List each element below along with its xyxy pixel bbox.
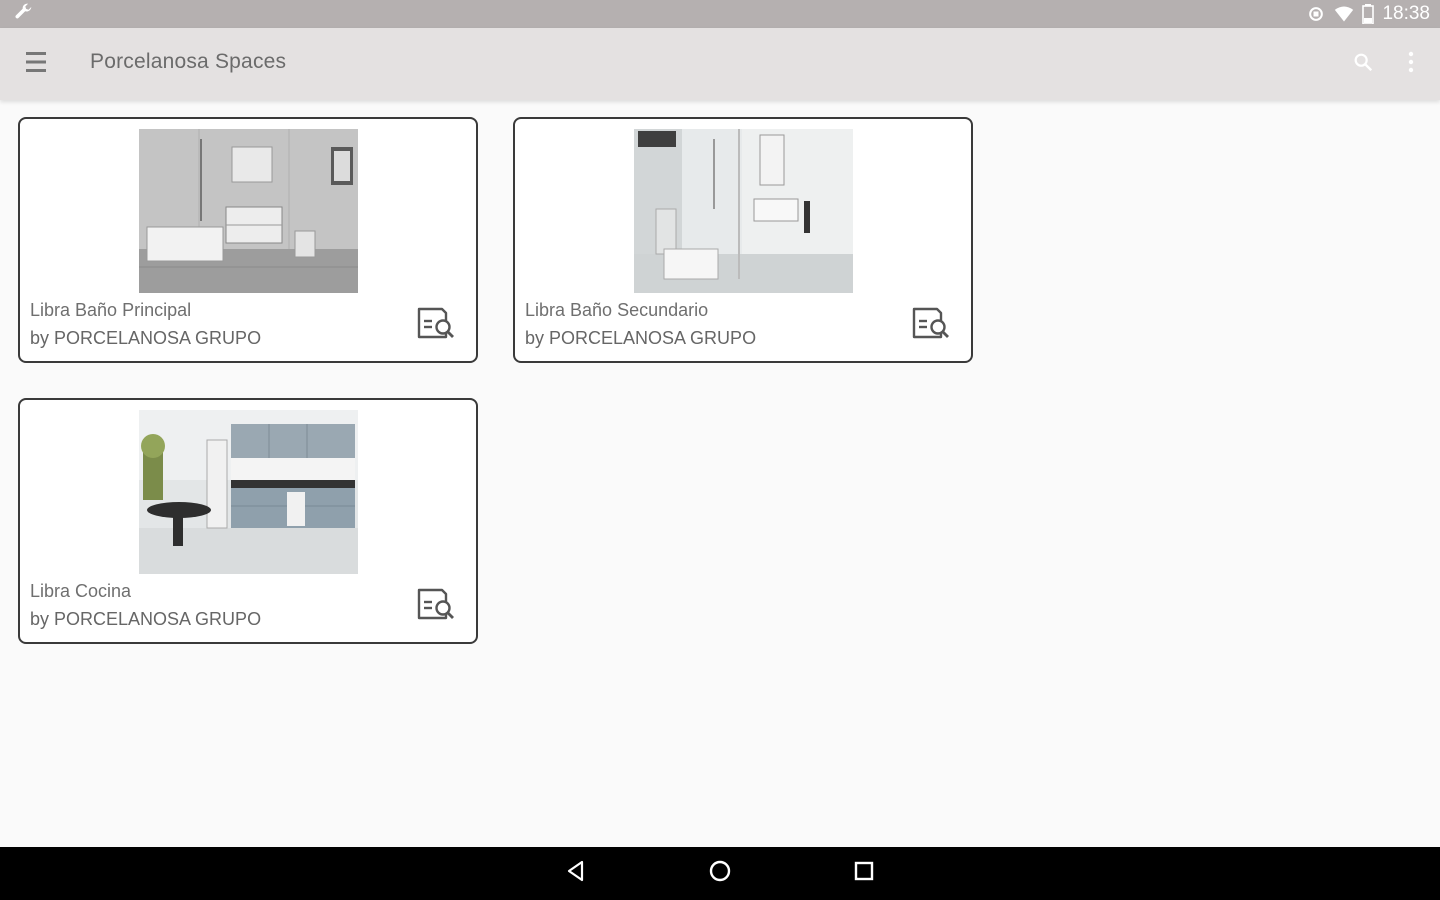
spaces-grid: Libra Baño Principal by PORCELANOSA GRUP… bbox=[18, 117, 978, 647]
document-search-icon bbox=[911, 307, 953, 347]
more-options-button[interactable] bbox=[1398, 51, 1424, 77]
wifi-icon bbox=[1334, 5, 1354, 23]
search-icon bbox=[1352, 51, 1374, 78]
space-thumbnail bbox=[634, 129, 853, 293]
app-title: Porcelanosa Spaces bbox=[90, 50, 287, 73]
sync-icon bbox=[1306, 4, 1326, 24]
back-icon bbox=[565, 860, 587, 887]
status-time: 18:38 bbox=[1382, 3, 1430, 24]
document-search-icon bbox=[416, 588, 458, 628]
status-bar: 18:38 bbox=[0, 0, 1440, 28]
home-button[interactable] bbox=[707, 859, 733, 888]
space-title: Libra Cocina bbox=[30, 581, 132, 601]
back-button[interactable] bbox=[563, 860, 589, 887]
app-bar: Porcelanosa Spaces bbox=[0, 28, 1440, 100]
more-vert-icon bbox=[1407, 51, 1415, 78]
recents-icon bbox=[854, 861, 874, 886]
view-details-button[interactable] bbox=[416, 305, 458, 343]
search-button[interactable] bbox=[1350, 51, 1376, 77]
battery-icon bbox=[1362, 4, 1375, 24]
navigation-bar bbox=[0, 847, 1440, 900]
space-thumbnail bbox=[139, 129, 358, 293]
menu-icon bbox=[26, 51, 46, 78]
space-card[interactable]: Libra Baño Principal by PORCELANOSA GRUP… bbox=[18, 117, 478, 363]
document-search-icon bbox=[416, 307, 458, 347]
space-author: by PORCELANOSA GRUPO bbox=[30, 609, 262, 629]
space-title: Libra Baño Secundario bbox=[525, 300, 709, 320]
wrench-icon bbox=[12, 1, 34, 28]
space-author: by PORCELANOSA GRUPO bbox=[525, 328, 757, 348]
recents-button[interactable] bbox=[851, 861, 877, 887]
space-card[interactable]: Libra Baño Secundario by PORCELANOSA GRU… bbox=[513, 117, 973, 363]
space-thumbnail bbox=[139, 410, 358, 574]
view-details-button[interactable] bbox=[416, 586, 458, 624]
space-title: Libra Baño Principal bbox=[30, 300, 192, 320]
menu-button[interactable] bbox=[0, 28, 72, 100]
home-icon bbox=[708, 859, 732, 888]
space-author: by PORCELANOSA GRUPO bbox=[30, 328, 262, 348]
view-details-button[interactable] bbox=[911, 305, 953, 343]
space-card[interactable]: Libra Cocina by PORCELANOSA GRUPO bbox=[18, 398, 478, 644]
